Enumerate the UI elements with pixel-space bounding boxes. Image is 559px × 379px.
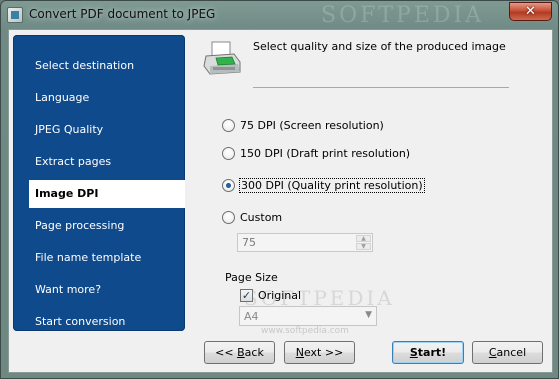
watermark-url: www.softpedia.com [261,326,349,336]
section-heading: Select quality and size of the produced … [253,40,506,53]
radio-75-dpi[interactable] [222,118,235,132]
custom-dpi-value: 75 [242,236,256,249]
close-icon: ✕ [525,4,536,19]
sidebar-item-select-destination[interactable]: Select destination [13,52,185,80]
checkbox-label[interactable]: Original [258,289,301,302]
dpi-option-150[interactable]: 150 DPI (Draft print resolution) [222,145,410,161]
heading-divider [253,87,509,88]
cancel-access-key: C [488,346,497,359]
dpi-option-custom[interactable]: Custom [222,209,282,225]
chevron-down-icon[interactable]: ▼ [356,243,371,250]
sidebar-item-file-name-template[interactable]: File name template [13,244,185,272]
next-access-key: N [295,346,304,359]
printer-icon [203,41,241,75]
back-rest: ack [244,346,264,359]
next-button[interactable]: Next >> [284,341,355,364]
start-button[interactable]: Start! [392,341,464,364]
sidebar-item-page-processing[interactable]: Page processing [13,212,185,240]
sidebar-item-start-conversion[interactable]: Start conversion [13,308,185,331]
start-rest: tart! [417,346,447,359]
close-button[interactable]: ✕ [509,2,552,21]
back-access-key: B [237,346,245,359]
wizard-content: Select destination Language JPEG Quality… [8,29,553,373]
radio-300-dpi[interactable] [222,178,235,192]
page-size-label: Page Size [225,271,278,284]
radio-150-dpi[interactable] [222,146,235,160]
page-size-value: A4 [244,310,259,323]
original-checkbox[interactable]: ✓ [240,289,253,302]
window-title: Convert PDF document to JPEG [29,7,216,21]
back-button[interactable]: << Back [204,341,275,364]
page-size-select[interactable]: A4 ▼ [239,306,377,326]
radio-label[interactable]: Custom [240,211,282,224]
watermark: SOFTPEDIA [321,3,485,28]
wizard-steps-sidebar: Select destination Language JPEG Quality… [13,35,185,331]
radio-label[interactable]: 75 DPI (Screen resolution) [240,119,384,132]
original-size-option[interactable]: ✓ Original [240,289,301,302]
sidebar-item-extract-pages[interactable]: Extract pages [13,148,185,176]
sidebar-item-want-more[interactable]: Want more? [13,276,185,304]
sidebar-item-language[interactable]: Language [13,84,185,112]
cancel-rest: ancel [496,346,527,359]
custom-dpi-stepper[interactable]: 75 ▲ ▼ [237,233,373,252]
chevron-down-icon: ▼ [365,310,372,320]
app-window: Convert PDF document to JPEG SOFTPEDIA ✕… [0,0,559,379]
radio-label[interactable]: 300 DPI (Quality print resolution) [239,177,425,193]
start-access-key: S [409,346,418,359]
radio-custom-dpi[interactable] [222,210,235,224]
chevron-up-icon[interactable]: ▲ [356,235,371,242]
dpi-option-75[interactable]: 75 DPI (Screen resolution) [222,117,384,133]
sidebar-item-image-dpi[interactable]: Image DPI [29,180,185,208]
title-bar[interactable]: Convert PDF document to JPEG SOFTPEDIA ✕ [1,1,558,29]
sidebar-item-jpeg-quality[interactable]: JPEG Quality [13,116,185,144]
back-prefix: << [215,346,238,359]
next-rest: ext >> [303,346,344,359]
dpi-option-300[interactable]: 300 DPI (Quality print resolution) [222,177,425,193]
cancel-button[interactable]: Cancel [472,341,543,364]
radio-label[interactable]: 150 DPI (Draft print resolution) [240,147,410,160]
app-icon [7,7,23,23]
stepper-arrows: ▲ ▼ [356,235,371,250]
